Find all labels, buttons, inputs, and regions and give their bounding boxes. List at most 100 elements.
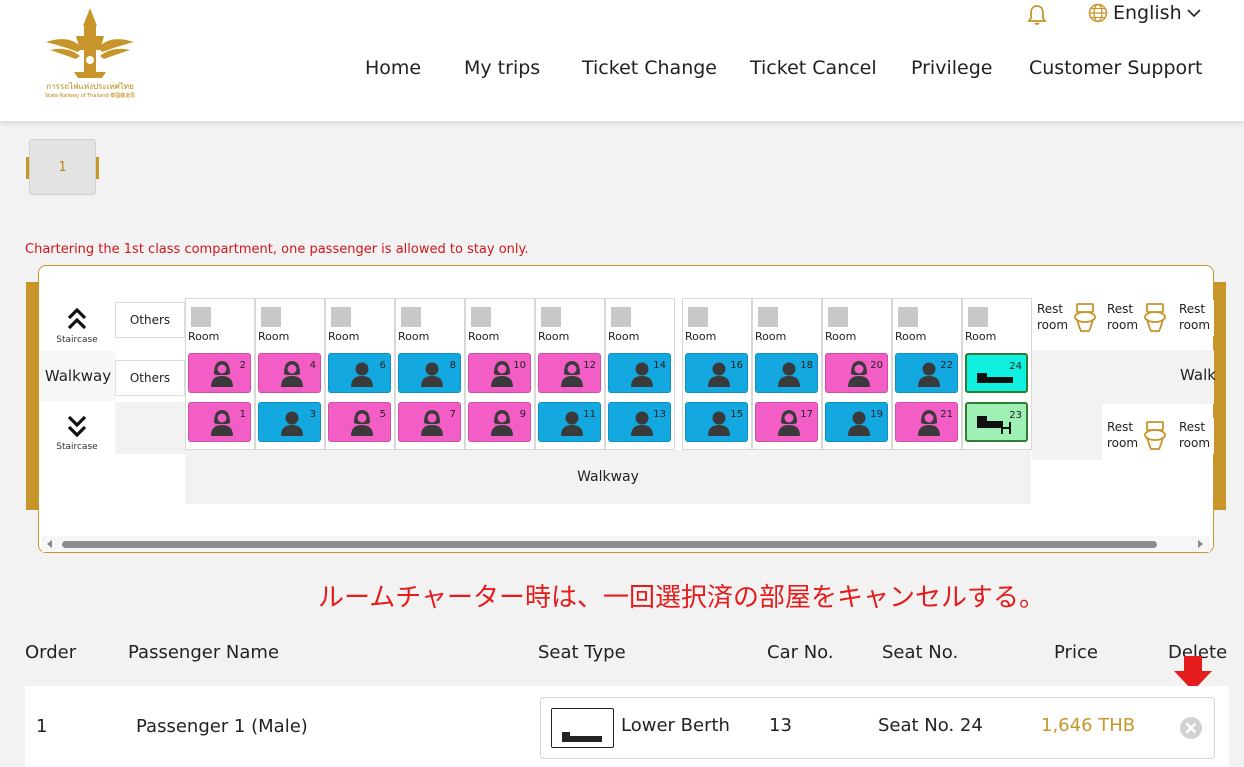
car-tab-right-accent xyxy=(96,157,99,179)
nav-home[interactable]: Home xyxy=(365,57,421,79)
seat-number: 24 xyxy=(1009,361,1022,372)
seat-18[interactable]: 18 xyxy=(755,353,818,393)
seat-number: 11 xyxy=(583,409,596,420)
room-checkbox[interactable] xyxy=(758,307,778,327)
room-label: Room xyxy=(398,330,430,343)
nav-my-trips[interactable]: My trips xyxy=(464,57,540,79)
seat-number: 12 xyxy=(583,360,596,371)
toilet-icon xyxy=(1074,303,1096,332)
room-checkbox[interactable] xyxy=(828,307,848,327)
room-checkbox[interactable] xyxy=(331,307,351,327)
seat-16[interactable]: 16 xyxy=(685,353,748,393)
seat-map-scrollbar[interactable] xyxy=(42,536,1210,552)
seat-4[interactable]: 4 xyxy=(258,353,321,393)
double-chevron-down-icon xyxy=(67,415,87,438)
seat-24[interactable]: 24 xyxy=(965,353,1028,393)
scroll-thumb[interactable] xyxy=(62,541,1157,548)
seat-1[interactable]: 1 xyxy=(188,402,251,442)
seat-14[interactable]: 14 xyxy=(608,353,671,393)
seat-9[interactable]: 9 xyxy=(468,402,531,442)
seat-21[interactable]: 21 xyxy=(895,402,958,442)
nav-customer-support[interactable]: Customer Support xyxy=(1029,57,1202,79)
col-price: Price xyxy=(1054,642,1098,663)
seat-11[interactable]: 11 xyxy=(538,402,601,442)
row-order: 1 xyxy=(36,716,48,737)
seat-2[interactable]: 2 xyxy=(188,353,251,393)
restroom: Rest room xyxy=(1102,418,1174,454)
row-passenger-name: Passenger 1 (Male) xyxy=(136,716,308,737)
room-label: Room xyxy=(825,330,857,343)
globe-icon xyxy=(1088,3,1108,23)
seat-20[interactable]: 20 xyxy=(825,353,888,393)
male-passenger-icon xyxy=(631,411,653,436)
room-checkbox[interactable] xyxy=(688,307,708,327)
car-tab[interactable]: 1 xyxy=(29,139,96,195)
seat-number: 14 xyxy=(653,360,666,371)
female-passenger-icon xyxy=(351,410,373,436)
seat-5[interactable]: 5 xyxy=(328,402,391,442)
nav-ticket-change[interactable]: Ticket Change xyxy=(582,57,717,79)
female-passenger-icon xyxy=(848,361,870,387)
seat-number: 22 xyxy=(940,360,953,371)
scroll-left-arrow-icon[interactable] xyxy=(47,540,52,548)
toilet-icon xyxy=(1144,303,1166,332)
nav-ticket-cancel[interactable]: Ticket Cancel xyxy=(750,57,877,79)
restroom-label: Rest xyxy=(1179,302,1206,316)
room-checkbox[interactable] xyxy=(261,307,281,327)
toilet-icon xyxy=(1144,421,1166,450)
female-passenger-icon xyxy=(211,361,233,387)
restroom: Rest room xyxy=(1174,300,1214,336)
male-passenger-icon xyxy=(848,411,870,436)
seat-10[interactable]: 10 xyxy=(468,353,531,393)
language-selector[interactable]: English xyxy=(1088,1,1201,25)
room-checkbox[interactable] xyxy=(898,307,918,327)
seat-8[interactable]: 8 xyxy=(398,353,461,393)
room-checkbox[interactable] xyxy=(968,307,988,327)
seat-23[interactable]: 23 xyxy=(965,402,1028,442)
restroom-label: room xyxy=(1037,318,1069,332)
seat-13[interactable]: 13 xyxy=(608,402,671,442)
row-seat-type: Lower Berth xyxy=(621,715,730,736)
others-bottom: Others xyxy=(115,360,185,396)
seat-15[interactable]: 15 xyxy=(685,402,748,442)
seat-3[interactable]: 3 xyxy=(258,402,321,442)
room-checkbox[interactable] xyxy=(471,307,491,327)
staircase-top: Staircase xyxy=(46,306,108,345)
seat-19[interactable]: 19 xyxy=(825,402,888,442)
seat-number: 10 xyxy=(513,360,526,371)
restroom: Rest room xyxy=(1102,300,1174,336)
seat-number: 20 xyxy=(870,360,883,371)
staircase-label-top: Staircase xyxy=(56,335,98,345)
seat-12[interactable]: 12 xyxy=(538,353,601,393)
seat-22[interactable]: 22 xyxy=(895,353,958,393)
seat-17[interactable]: 17 xyxy=(755,402,818,442)
female-passenger-icon xyxy=(918,410,940,436)
room-label: Room xyxy=(188,330,220,343)
row-car-no: 13 xyxy=(769,715,792,736)
room-checkbox[interactable] xyxy=(191,307,211,327)
nav-privilege[interactable]: Privilege xyxy=(911,57,992,79)
site-header: การรถไฟแห่งประเทศไทย State Railway of Th… xyxy=(0,0,1244,121)
notification-bell-icon[interactable] xyxy=(1026,4,1048,26)
seat-6[interactable]: 6 xyxy=(328,353,391,393)
seat-7[interactable]: 7 xyxy=(398,402,461,442)
male-passenger-icon xyxy=(708,411,730,436)
male-passenger-icon xyxy=(421,362,443,387)
female-passenger-icon xyxy=(561,361,583,387)
charter-notice: Chartering the 1st class compartment, on… xyxy=(25,242,529,257)
restroom-label: Rest xyxy=(1107,302,1134,316)
delete-icon[interactable] xyxy=(1179,716,1203,740)
room-checkbox[interactable] xyxy=(541,307,561,327)
lower-berth-icon xyxy=(551,708,614,748)
restroom-label: Rest xyxy=(1107,420,1134,434)
male-passenger-icon xyxy=(631,362,653,387)
seat-number: 1 xyxy=(239,409,246,420)
room-label: Room xyxy=(755,330,787,343)
room-checkbox[interactable] xyxy=(401,307,421,327)
room-label: Room xyxy=(608,330,640,343)
room-checkbox[interactable] xyxy=(611,307,631,327)
restroom-label: room xyxy=(1179,318,1211,332)
scroll-right-arrow-icon[interactable] xyxy=(1198,540,1203,548)
srt-logo[interactable]: การรถไฟแห่งประเทศไทย State Railway of Th… xyxy=(40,6,140,102)
double-chevron-up-icon xyxy=(67,307,87,330)
